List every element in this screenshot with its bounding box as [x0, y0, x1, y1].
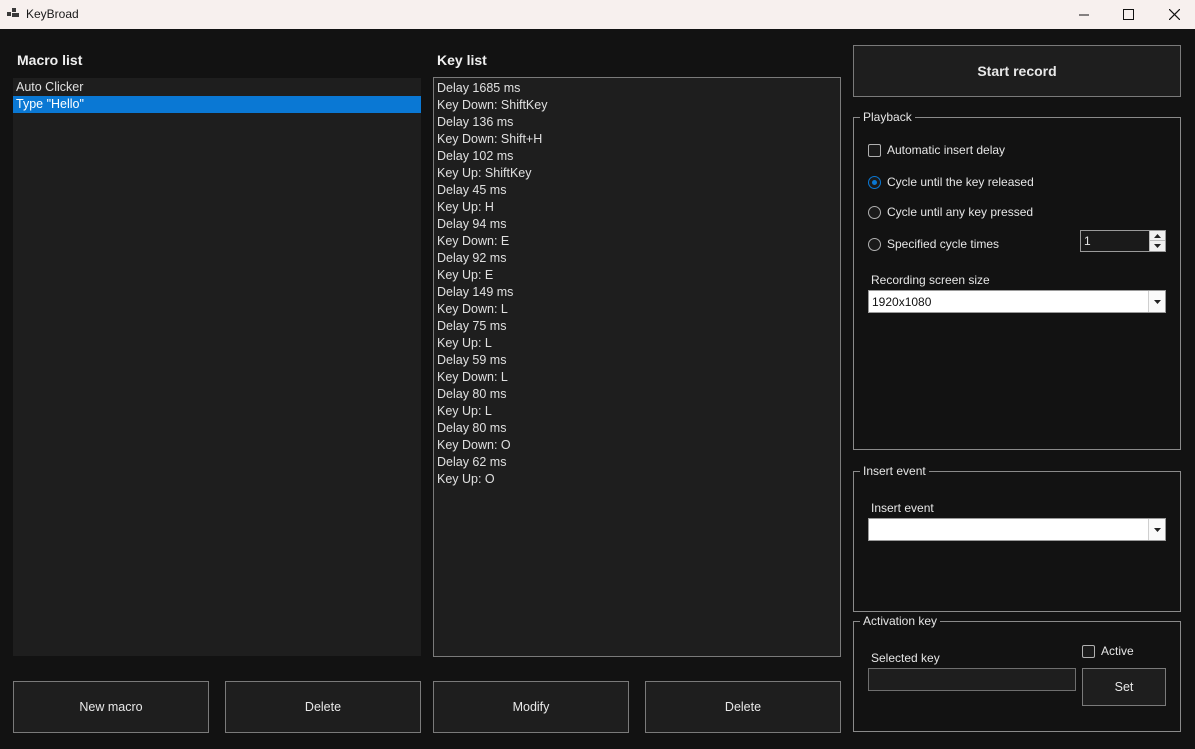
key-list-item[interactable]: Key Down: L	[434, 301, 840, 318]
maximize-button[interactable]	[1105, 0, 1151, 29]
radio-label: Cycle until the key released	[887, 175, 1034, 189]
radio-label: Cycle until any key pressed	[887, 205, 1034, 219]
stepper-buttons	[1149, 231, 1165, 251]
active-label: Active	[1101, 644, 1134, 658]
macro-list-item[interactable]: Auto Clicker	[13, 79, 421, 96]
selected-key-label: Selected key	[871, 651, 940, 665]
radio-cycle-until-released[interactable]: Cycle until the key released	[868, 175, 1034, 189]
radio-label: Specified cycle times	[887, 237, 1000, 251]
auto-insert-delay-checkbox[interactable]: Automatic insert delay	[868, 143, 1005, 157]
key-list-item[interactable]: Key Down: E	[434, 233, 840, 250]
screen-size-dropdown[interactable]: 1920x1080	[868, 290, 1166, 313]
cycle-times-value: 1	[1084, 234, 1091, 248]
key-list-item[interactable]: Delay 136 ms	[434, 114, 840, 131]
key-list-item[interactable]: Key Down: Shift+H	[434, 131, 840, 148]
macro-listbox[interactable]: Auto Clicker Type "Hello"	[13, 78, 421, 656]
key-list-item[interactable]: Key Up: H	[434, 199, 840, 216]
key-list-item[interactable]: Key Down: ShiftKey	[434, 97, 840, 114]
dropdown-arrow[interactable]	[1148, 519, 1165, 540]
insert-event-legend: Insert event	[860, 464, 929, 478]
minimize-button[interactable]	[1061, 0, 1107, 29]
key-listbox[interactable]: Delay 1685 ms Key Down: ShiftKey Delay 1…	[433, 77, 841, 657]
key-list-item[interactable]: Key Up: O	[434, 471, 840, 488]
key-list-item[interactable]: Key Down: L	[434, 369, 840, 386]
dropdown-arrow[interactable]	[1148, 291, 1165, 312]
playback-legend: Playback	[860, 110, 915, 124]
key-list-item[interactable]: Delay 80 ms	[434, 386, 840, 403]
active-checkbox[interactable]: Active	[1082, 644, 1134, 658]
close-button[interactable]	[1151, 0, 1195, 29]
key-list-item[interactable]: Delay 62 ms	[434, 454, 840, 471]
radio-button[interactable]	[868, 175, 881, 189]
key-list-item[interactable]: Key Up: E	[434, 267, 840, 284]
key-list-item[interactable]: Delay 92 ms	[434, 250, 840, 267]
window-title: KeyBroad	[26, 7, 79, 21]
key-list-item[interactable]: Key Up: L	[434, 335, 840, 352]
title-bar: KeyBroad	[0, 0, 1195, 29]
insert-event-dropdown[interactable]	[868, 518, 1166, 541]
close-icon	[1168, 9, 1180, 20]
auto-insert-delay-label: Automatic insert delay	[887, 143, 1006, 157]
start-record-button[interactable]: Start record	[853, 45, 1181, 97]
key-list-item[interactable]: Delay 1685 ms	[434, 80, 840, 97]
key-list-item[interactable]: Key Up: ShiftKey	[434, 165, 840, 182]
app-icon	[7, 8, 19, 17]
screen-size-label: Recording screen size	[871, 273, 990, 287]
key-list-item[interactable]: Key Down: O	[434, 437, 840, 454]
minimize-icon	[1079, 14, 1089, 15]
stepper-down-button[interactable]	[1150, 241, 1165, 251]
key-list-item[interactable]: Delay 102 ms	[434, 148, 840, 165]
radio-button[interactable]	[868, 205, 881, 219]
chevron-up-icon	[1154, 233, 1161, 238]
cycle-times-stepper[interactable]: 1	[1080, 230, 1166, 252]
insert-event-label: Insert event	[871, 501, 934, 515]
delete-macro-button[interactable]: Delete	[225, 681, 421, 733]
key-list-item[interactable]: Delay 75 ms	[434, 318, 840, 335]
set-button[interactable]: Set	[1082, 668, 1166, 706]
chevron-down-icon	[1153, 527, 1161, 532]
radio-specified-cycle-times[interactable]: Specified cycle times	[868, 237, 999, 251]
chevron-down-icon	[1154, 244, 1161, 248]
radio-cycle-until-any-key[interactable]: Cycle until any key pressed	[868, 205, 1033, 219]
chevron-down-icon	[1153, 299, 1161, 304]
macro-list-item-selected[interactable]: Type "Hello"	[13, 96, 421, 113]
selected-key-field[interactable]	[868, 668, 1076, 691]
key-list-item[interactable]: Delay 59 ms	[434, 352, 840, 369]
radio-button[interactable]	[868, 237, 881, 251]
stepper-up-button[interactable]	[1150, 231, 1165, 241]
maximize-icon	[1122, 9, 1134, 20]
checkbox-box[interactable]	[868, 143, 881, 157]
key-list-item[interactable]: Key Up: L	[434, 403, 840, 420]
modify-key-button[interactable]: Modify	[433, 681, 629, 733]
activation-key-legend: Activation key	[860, 614, 941, 628]
checkbox-box[interactable]	[1082, 644, 1095, 658]
key-list-item[interactable]: Delay 80 ms	[434, 420, 840, 437]
new-macro-button[interactable]: New macro	[13, 681, 209, 733]
screen-size-value: 1920x1080	[872, 295, 932, 309]
key-list-item[interactable]: Delay 45 ms	[434, 182, 840, 199]
key-list-item[interactable]: Delay 94 ms	[434, 216, 840, 233]
key-list-label: Key list	[437, 52, 487, 68]
key-list-item[interactable]: Delay 149 ms	[434, 284, 840, 301]
delete-key-button[interactable]: Delete	[645, 681, 841, 733]
insert-event-group: Insert event	[853, 464, 1181, 612]
macro-list-label: Macro list	[17, 52, 83, 68]
